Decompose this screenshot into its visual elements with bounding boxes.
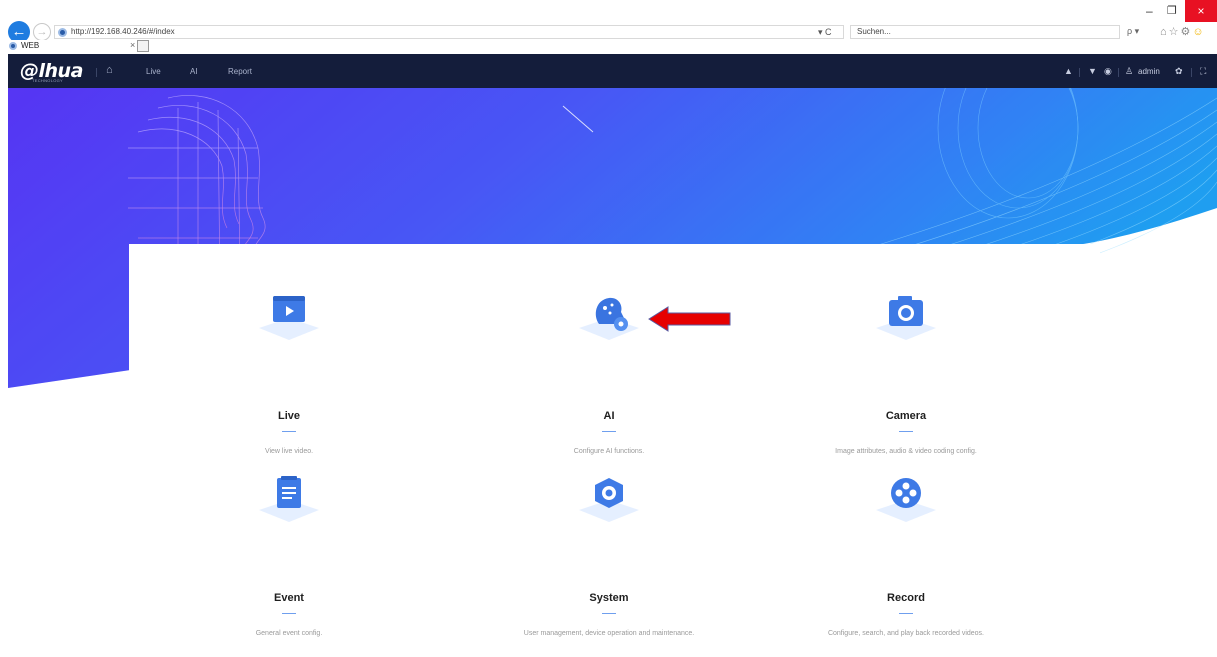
nav-report[interactable]: Report [228,67,252,76]
module-description: Image attributes, audio & video coding c… [835,448,977,455]
pagination-dots [603,650,629,657]
search-placeholder: Suchen... [857,27,891,36]
browser-search-box[interactable]: Suchen... [850,25,1120,39]
header-divider [1079,68,1080,77]
user-icon[interactable]: ♙ [1125,66,1133,77]
title-underline [899,431,913,432]
search-icon[interactable]: ρ ▾ [1127,26,1139,37]
title-underline [602,613,616,614]
settings-gear-icon[interactable]: ⚙ [1181,26,1193,38]
bell-icon[interactable]: ▲ [1064,66,1073,76]
home-icon[interactable]: ⌂ [106,64,113,76]
nav-ai[interactable]: AI [190,67,198,76]
tab-strip: WEB × [0,40,1217,54]
module-title: Camera [885,410,927,422]
module-description: Configure AI functions. [573,448,645,455]
forward-arrow-icon[interactable]: → [33,23,51,41]
globe-icon[interactable]: ◉ [1104,66,1112,77]
logo-subtitle: TECHNOLOGY [32,78,64,83]
system-gear-icon [579,476,639,528]
shirt-icon[interactable]: ▼ [1088,66,1097,76]
red-annotation-arrow [648,306,731,332]
toolbar-icons: ⌂☆⚙☺ [1160,25,1206,38]
nav-live[interactable]: Live [146,67,161,76]
module-title: Event [274,592,304,604]
header-divider [96,68,97,77]
module-description: View live video. [264,448,314,455]
ai-head-gear-icon [579,294,639,346]
module-card: Live View live video. AI Configure AI fu… [129,244,1100,657]
address-refresh-control[interactable]: ▾ C [818,27,832,38]
restore-icon[interactable]: ❐ [1167,4,1177,17]
film-reel-icon [876,476,936,528]
minimize-icon[interactable]: – [1146,4,1153,18]
event-list-icon [259,476,319,528]
tab-web[interactable]: WEB × [7,40,147,53]
home-toolbar-icon[interactable]: ⌂ [1160,26,1169,38]
play-icon [259,294,319,346]
module-description: User management, device operation and ma… [523,630,695,637]
browser-chrome: ← → http://192.168.40.246/#/index ▾ C Su… [0,0,1217,54]
username[interactable]: admin [1138,67,1160,76]
site-favicon-icon [58,28,67,37]
header-divider [1118,68,1119,77]
camera-icon [876,294,936,346]
module-description: General event config. [255,630,323,637]
tab-close-icon[interactable]: × [130,40,135,50]
title-underline [282,431,296,432]
star-icon[interactable]: ☆ [1169,26,1181,38]
app-header: @lhua TECHNOLOGY ⌂ Live AI Report ▲ ▼ ◉ … [8,54,1217,88]
module-title: AI [603,410,615,422]
title-underline [602,431,616,432]
fullscreen-icon[interactable]: ⛶ [1200,66,1206,77]
module-title: Record [887,592,925,604]
address-text: http://192.168.40.246/#/index [71,27,175,36]
module-title: System [589,592,629,604]
title-underline [282,613,296,614]
new-tab-button[interactable] [137,40,149,52]
header-divider [1191,68,1192,77]
title-underline [899,613,913,614]
settings-icon[interactable]: ✿ [1175,66,1183,77]
module-description: Configure, search, and play back recorde… [827,630,985,637]
tab-title: WEB [21,41,40,50]
feedback-smiley-icon[interactable]: ☺ [1192,26,1205,38]
module-title: Live [277,410,300,422]
tab-favicon-icon [9,42,17,50]
address-bar[interactable]: http://192.168.40.246/#/index [54,25,844,39]
close-window-icon[interactable]: × [1185,0,1217,22]
